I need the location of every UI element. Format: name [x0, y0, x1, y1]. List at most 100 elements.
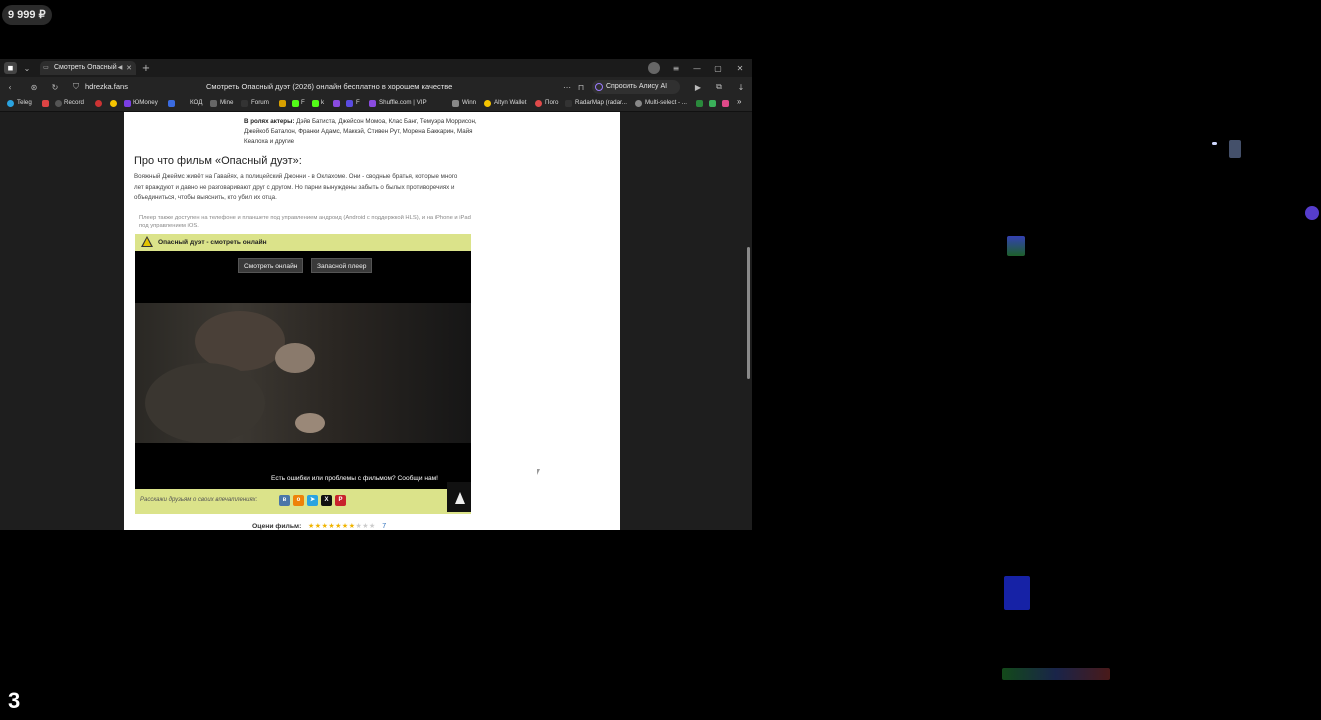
tab-title: Смотреть Опасный: [54, 64, 117, 71]
chevron-down-icon[interactable]: ⌄: [21, 62, 33, 74]
bookmark-item[interactable]: F: [301, 99, 305, 106]
media-icon[interactable]: ▶: [692, 81, 704, 93]
star-icon[interactable]: ★: [308, 523, 315, 530]
video-player[interactable]: Смотреть онлайн Запасной плеер Есть ошиб…: [135, 251, 471, 489]
page-viewport: В ролях актеры: Дэйв Батиста, Джейсон Мо…: [0, 112, 752, 530]
close-window-icon[interactable]: ✕: [734, 62, 746, 74]
ext-arrow-icon: [709, 100, 716, 107]
desktop-light-6: [1002, 668, 1110, 680]
bookmarks-bar: Teleg Record ЮMoney КОД Mine Forum F k F…: [0, 97, 752, 112]
bookmark-item[interactable]: F: [356, 99, 360, 106]
tab-bar: ◼ ⌄ ▭ Смотреть Опасный ◀ ✕ + ≡ — ▢ ✕: [0, 59, 752, 77]
video-hand: [275, 343, 315, 373]
mouse-cursor: [537, 469, 540, 475]
rating-stars[interactable]: ★★★★★★★★★★ 7: [308, 522, 387, 530]
rating-value: 7: [382, 523, 387, 530]
reload-icon[interactable]: ↻: [49, 81, 61, 93]
new-tab-icon[interactable]: +: [140, 62, 152, 74]
forum-bookmark-icon: [241, 100, 248, 107]
ask-alisa-button[interactable]: Спросить Алису AI: [592, 80, 680, 94]
close-tab-icon[interactable]: ✕: [125, 64, 133, 72]
kick2-bookmark-icon: [312, 100, 319, 107]
player-note: Плеер также доступен на телефоне и планш…: [139, 215, 471, 229]
page-title: Смотреть Опасный дуэт (2026) онлайн бесп…: [206, 82, 453, 91]
corner-counter: 3: [8, 688, 21, 713]
winn-bookmark-icon: [452, 100, 459, 107]
warning-icon: [141, 236, 153, 247]
ext-pink-icon: [722, 100, 729, 107]
ext-green-icon: [696, 100, 703, 107]
download-icon[interactable]: ↓: [735, 81, 747, 93]
minimize-icon[interactable]: —: [691, 62, 703, 74]
star-icon[interactable]: ★: [342, 523, 349, 530]
altyn-bookmark-icon: [484, 100, 491, 107]
desktop-light-1: [1212, 142, 1217, 145]
multiselect-bookmark-icon: [635, 100, 642, 107]
watch-online-title: Опасный дуэт - смотреть онлайн: [158, 239, 267, 246]
video-hand: [295, 413, 325, 433]
tab-active[interactable]: ▭ Смотреть Опасный ◀ ✕: [40, 61, 136, 75]
menu-icon[interactable]: ≡: [670, 62, 682, 74]
alisa-icon: [595, 83, 603, 91]
telegram-bookmark-icon: [7, 100, 14, 107]
share-text: Расскажи друзьям о своих впечатлениях:: [140, 497, 258, 503]
speaker-icon[interactable]: ◀: [116, 64, 124, 72]
x-icon[interactable]: X: [321, 495, 332, 506]
red-bookmark-icon: [95, 100, 102, 107]
profile-icon[interactable]: [648, 62, 660, 74]
bookmark-item[interactable]: Forum: [251, 99, 269, 106]
share-bar: Расскажи друзьям о своих впечатлениях: в…: [135, 489, 471, 514]
bookmark-item[interactable]: k: [321, 99, 324, 106]
rating-label: Оцени фильм:: [252, 523, 302, 530]
url-field[interactable]: hdrezka.fans: [85, 82, 128, 91]
desktop-light-4: [1305, 206, 1319, 220]
bookmark-item[interactable]: КОД: [190, 99, 202, 106]
yumoney-bookmark-icon: [124, 100, 131, 107]
bookmark-item[interactable]: Altyn Wallet: [494, 99, 526, 106]
bookmark-item[interactable]: RadarMap (radar...: [575, 99, 627, 106]
star-icon[interactable]: ★: [362, 523, 369, 530]
browser-menu-icon[interactable]: ◼: [4, 62, 17, 74]
bookmark-item[interactable]: Shuffle.com | VIP: [379, 99, 427, 106]
report-problem-link[interactable]: Есть ошибки или проблемы с фильмом? Сооб…: [271, 475, 438, 482]
star-icon[interactable]: ★: [335, 523, 342, 530]
collections-icon[interactable]: ⧉: [713, 81, 725, 93]
bookmark-item[interactable]: ЮMoney: [133, 99, 158, 106]
star-icon[interactable]: ★: [315, 523, 322, 530]
telegram-icon[interactable]: ➤: [307, 495, 318, 506]
description-text: Вояжный Джеймс живёт на Гавайях, а полиц…: [134, 173, 458, 201]
video-frame[interactable]: [135, 303, 471, 443]
watch-online-bar: Опасный дуэт - смотреть онлайн: [135, 234, 471, 251]
shuffle-bookmark-icon: [369, 100, 376, 107]
balance-badge: 9 999 ₽: [2, 5, 52, 25]
f-bookmark-icon: [346, 100, 353, 107]
more-icon[interactable]: ⋯: [562, 81, 572, 93]
green-bookmark-icon: [279, 100, 286, 107]
page-content: В ролях актеры: Дэйв Батиста, Джейсон Мо…: [124, 112, 620, 530]
bookmark-item[interactable]: Record: [64, 99, 84, 106]
kick-bookmark-icon: [292, 100, 299, 107]
maximize-icon[interactable]: ▢: [712, 62, 724, 74]
bookmark-item[interactable]: Mine: [220, 99, 233, 106]
notification-bell-icon[interactable]: [447, 482, 471, 512]
bookmarks-more-icon[interactable]: »: [737, 97, 741, 106]
cast-label: В ролях актеры:: [244, 118, 295, 125]
bookmark-item[interactable]: Winn: [462, 99, 476, 106]
pogo-bookmark-icon: [535, 100, 542, 107]
watch-online-button[interactable]: Смотреть онлайн: [238, 258, 304, 273]
scrollbar-thumb[interactable]: [747, 247, 750, 379]
pinterest-icon[interactable]: P: [335, 495, 346, 506]
ok-icon[interactable]: о: [293, 495, 304, 506]
bookmark-item[interactable]: Multi-select - ...: [645, 99, 687, 106]
bookmark-item[interactable]: Teleg: [17, 99, 32, 106]
bookmark-item[interactable]: Пого: [545, 99, 558, 106]
back-icon[interactable]: ‹: [4, 81, 16, 93]
mine-bookmark-icon: [210, 100, 217, 107]
star-icon[interactable]: ★: [369, 523, 376, 530]
bookmark-icon[interactable]: ⊓: [576, 81, 586, 93]
kod-bookmark-icon: [168, 100, 175, 107]
vk-icon[interactable]: в: [279, 495, 290, 506]
backup-player-button[interactable]: Запасной плеер: [311, 258, 373, 273]
site-info-icon[interactable]: ⛉: [71, 81, 81, 93]
extension-icon[interactable]: ⊛: [28, 81, 40, 93]
